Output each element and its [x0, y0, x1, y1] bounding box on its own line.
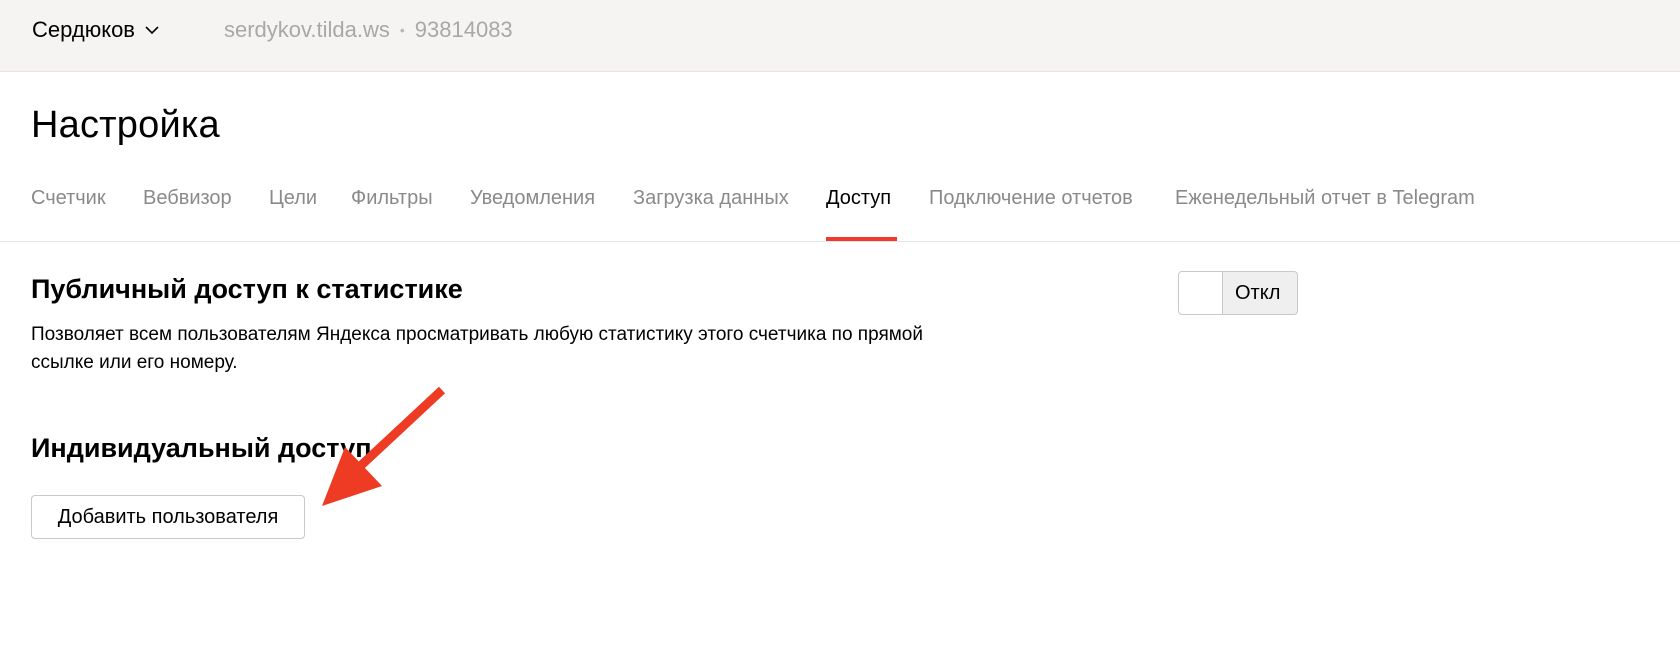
add-user-button[interactable]: Добавить пользователя: [31, 495, 305, 539]
tab-access[interactable]: Доступ: [826, 187, 891, 210]
tab-telegram-weekly-report[interactable]: Еженедельный отчет в Telegram: [1175, 187, 1475, 210]
public-access-title: Публичный доступ к статистике: [31, 274, 463, 304]
tab-webvisor[interactable]: Вебвизор: [143, 187, 232, 210]
separator-dot: •: [399, 22, 405, 38]
public-access-toggle[interactable]: Откл: [1178, 271, 1298, 315]
toggle-state-label: Откл: [1235, 282, 1281, 304]
counter-selector[interactable]: Сердюков: [32, 14, 159, 46]
tab-filters[interactable]: Фильтры: [351, 187, 433, 210]
tab-counter[interactable]: Счетчик: [31, 187, 106, 210]
active-tab-indicator: [826, 237, 897, 241]
site-meta: serdykov.tilda.ws • 93814083: [224, 14, 513, 46]
public-access-description: Позволяет всем пользователям Яндекса про…: [31, 324, 923, 373]
chevron-down-icon: [145, 26, 159, 35]
counter-name: Сердюков: [32, 17, 135, 42]
tab-notifications[interactable]: Уведомления: [470, 187, 595, 210]
site-domain: serdykov.tilda.ws: [224, 17, 390, 42]
top-bar: Сердюков serdykov.tilda.ws • 93814083: [0, 0, 1680, 72]
counter-id: 93814083: [414, 17, 513, 42]
tab-goals[interactable]: Цели: [269, 187, 317, 210]
settings-tabs: Счетчик Вебвизор Цели Фильтры Уведомлени…: [0, 176, 1680, 242]
tab-data-upload[interactable]: Загрузка данных: [633, 187, 789, 210]
tab-report-connection[interactable]: Подключение отчетов: [929, 187, 1133, 210]
page-title: Настройка: [31, 104, 220, 146]
toggle-knob: [1179, 272, 1223, 314]
individual-access-title: Индивидуальный доступ: [31, 433, 372, 463]
